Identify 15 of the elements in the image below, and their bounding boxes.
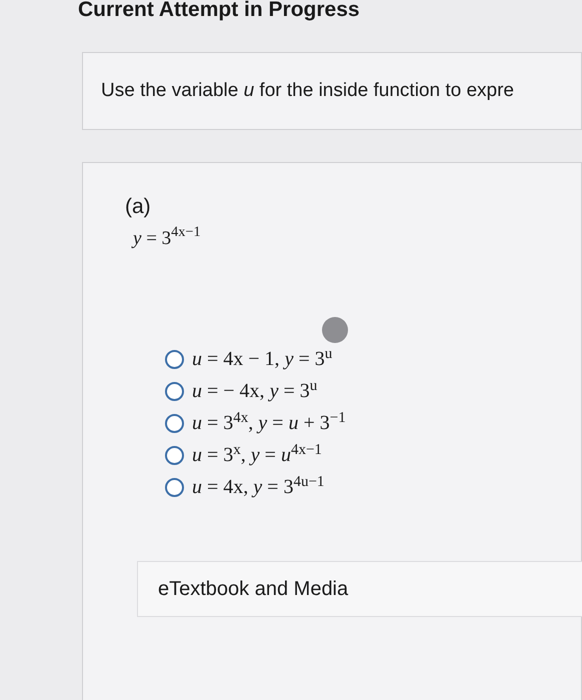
option-label: u = 3$^{4x}$, y = u + 3$^{−1}$: [192, 411, 346, 435]
option-label: u = 4x − 1, y = 3$^{u}$: [192, 347, 332, 371]
page-title: Current Attempt in Progress: [78, 0, 360, 23]
radio-button[interactable]: [165, 478, 184, 496]
option-label: u = − 4x, y = 3$^{u}$: [192, 379, 318, 403]
part-label: (a): [125, 194, 151, 220]
equation: y = 3$^{4x−1}$: [133, 224, 201, 250]
radio-button[interactable]: [165, 350, 184, 368]
radio-button[interactable]: [165, 446, 184, 464]
radio-button[interactable]: [165, 382, 184, 400]
radio-button[interactable]: [165, 414, 184, 432]
option-label: u = 4x, y = 3$^{4u−1}$: [192, 475, 324, 499]
etextbook-button[interactable]: eTextbook and Media: [137, 561, 582, 617]
instructions-text: Use the variable u for the inside function to expre: [101, 78, 514, 103]
option-label: u = 3$^{x}$, y = u$^{4x−1}$: [192, 443, 322, 467]
